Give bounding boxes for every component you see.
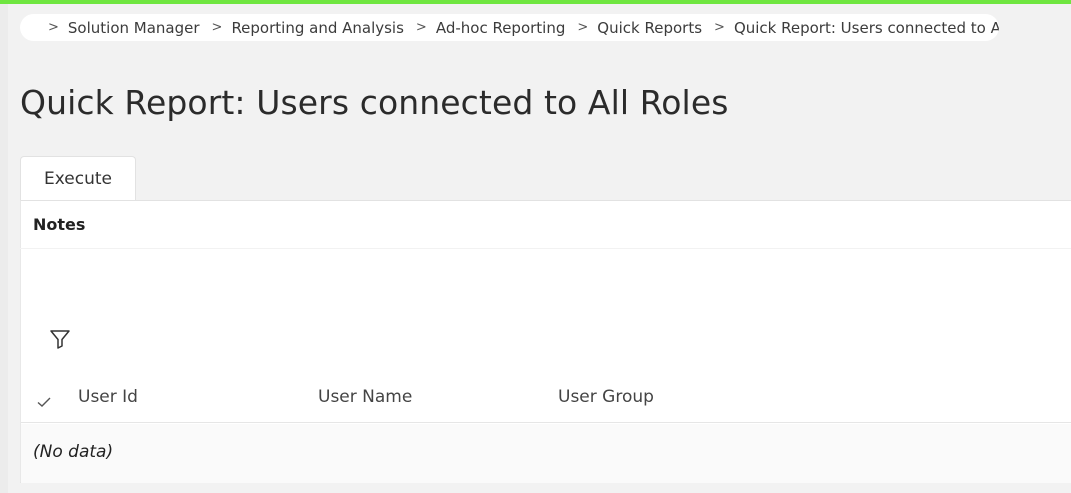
select-all-check-icon[interactable] <box>36 394 52 410</box>
left-edge-strip <box>0 4 8 493</box>
grid-header-row <box>21 375 1071 423</box>
column-header-user-id[interactable]: User Id <box>78 387 138 407</box>
notes-panel[interactable]: Notes <box>20 200 1071 248</box>
notes-title: Notes <box>33 215 86 234</box>
chevron-right-icon: > <box>415 20 427 35</box>
filter-icon[interactable] <box>48 327 72 351</box>
breadcrumb-item-current: Quick Report: Users connected to All Rol… <box>733 18 999 37</box>
results-grid: User Id User Name User Group (No data) <box>20 249 1071 483</box>
breadcrumb-item-solution-manager[interactable]: Solution Manager <box>68 19 200 37</box>
column-header-user-name[interactable]: User Name <box>318 387 412 407</box>
page-title: Quick Report: Users connected to All Rol… <box>20 83 729 122</box>
empty-row: (No data) <box>21 424 1071 483</box>
chevron-right-icon: > <box>211 20 223 35</box>
chevron-right-icon: > <box>714 20 725 35</box>
chevron-right-icon: > <box>577 20 589 35</box>
no-data-text: (No data) <box>33 442 114 462</box>
chevron-right-icon: > <box>48 20 59 35</box>
breadcrumb-item-ad-hoc-reporting[interactable]: Ad-hoc Reporting <box>436 19 566 37</box>
execute-button[interactable]: Execute <box>20 156 136 200</box>
column-header-user-group[interactable]: User Group <box>558 387 654 407</box>
top-accent-bar <box>0 0 1071 4</box>
breadcrumb-item-reporting-and-analysis[interactable]: Reporting and Analysis <box>231 19 403 37</box>
breadcrumb: > Solution Manager > Reporting and Analy… <box>20 14 999 41</box>
breadcrumb-item-quick-reports[interactable]: Quick Reports <box>597 19 702 37</box>
